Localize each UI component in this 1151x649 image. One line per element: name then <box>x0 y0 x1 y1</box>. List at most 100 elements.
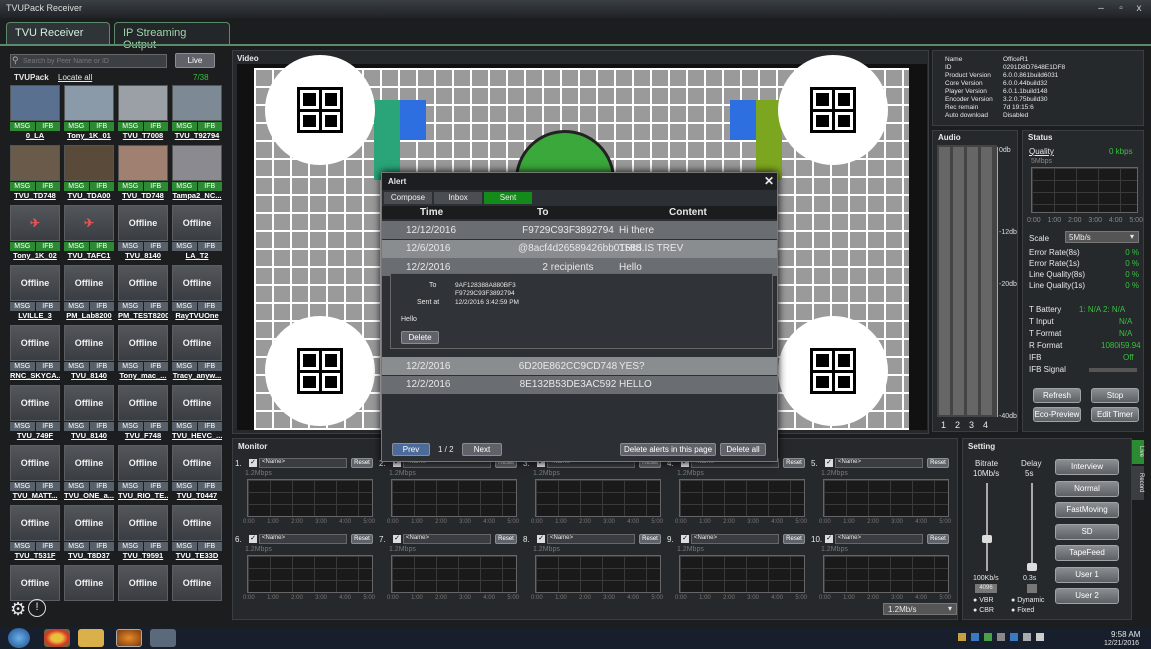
ifb-tag[interactable]: IFB <box>197 122 222 131</box>
device-tile[interactable]: Offline MSG IFB TVU_T9591 <box>118 505 168 560</box>
ifb-tag[interactable]: IFB <box>89 122 114 131</box>
tab-ip-streaming-output[interactable]: IP Streaming Output <box>114 22 230 51</box>
device-tile[interactable]: MSG IFB 0_LA <box>10 85 60 140</box>
prev-button[interactable]: Prev <box>392 443 430 456</box>
msg-tag[interactable]: MSG <box>10 242 35 251</box>
tab-sent[interactable]: Sent <box>484 192 532 204</box>
msg-tag[interactable]: MSG <box>64 422 89 431</box>
msg-tag[interactable]: MSG <box>64 542 89 551</box>
ifb-tag[interactable]: IFB <box>35 302 60 311</box>
msg-tag[interactable]: MSG <box>172 542 197 551</box>
preset-button[interactable]: Normal <box>1055 480 1119 497</box>
monitor-checkbox[interactable]: ✓ <box>249 535 257 543</box>
next-button[interactable]: Next <box>462 443 502 456</box>
minimize-button[interactable]: – <box>1093 3 1109 15</box>
device-tile[interactable]: Offline MSG IFB TVU_8140 <box>118 205 168 260</box>
device-tile[interactable]: Offline MSG IFB TVU_ONE_a... <box>64 445 114 500</box>
msg-tag[interactable]: MSG <box>118 122 143 131</box>
device-tile[interactable]: Offline <box>118 565 168 601</box>
monitor-reset-button[interactable]: Reset <box>783 458 805 468</box>
device-tile[interactable]: Offline <box>172 565 222 601</box>
vbr-radio[interactable]: ● VBR <box>973 597 994 604</box>
msg-tag[interactable]: MSG <box>64 302 89 311</box>
device-tile[interactable]: MSG IFB TVU_T7008 <box>118 85 168 140</box>
device-tile[interactable]: MSG IFB TVU_TD748 <box>118 145 168 200</box>
device-name[interactable]: TVU_TD748 <box>10 191 60 200</box>
alert-row[interactable]: 12/12/2016 F9729C93F3892794 Hi there <box>382 221 777 239</box>
fixed-radio[interactable]: ● Fixed <box>1011 607 1034 614</box>
device-name[interactable]: Tracy_anyw... <box>172 371 222 380</box>
edit-timer-button[interactable]: Edit Timer <box>1091 407 1139 422</box>
msg-tag[interactable]: MSG <box>64 362 89 371</box>
ifb-tag[interactable]: IFB <box>89 362 114 371</box>
preset-button[interactable]: SD <box>1055 523 1119 540</box>
monitor-checkbox[interactable]: ✓ <box>393 535 401 543</box>
device-tile[interactable]: Offline MSG IFB TVU_8140 <box>64 385 114 440</box>
device-name[interactable]: Tampa2_NC... <box>172 191 222 200</box>
device-name[interactable]: TVU_T531F <box>10 551 60 560</box>
monitor-checkbox[interactable]: ✓ <box>825 535 833 543</box>
msg-tag[interactable]: MSG <box>10 422 35 431</box>
ifb-tag[interactable]: IFB <box>89 542 114 551</box>
delay-box[interactable] <box>1027 584 1037 593</box>
device-name[interactable]: RNC_SKYCA... <box>10 371 60 380</box>
delete-all-button[interactable]: Delete all <box>720 443 766 456</box>
tab-tvu-receiver[interactable]: TVU Receiver <box>6 22 110 44</box>
monitor-name-field[interactable]: <Name> <box>547 534 635 544</box>
device-tile[interactable]: Offline MSG IFB TVU_T8D37 <box>64 505 114 560</box>
device-name[interactable]: TVU_8140 <box>64 371 114 380</box>
alert-row[interactable]: 12/6/2016 @8acf4d26589426bb0158d... THIS I… <box>382 239 777 258</box>
monitor-reset-button[interactable]: Reset <box>783 534 805 544</box>
msg-tag[interactable]: MSG <box>118 242 143 251</box>
ifb-tag[interactable]: IFB <box>197 182 222 191</box>
ifb-tag[interactable]: IFB <box>143 422 168 431</box>
ifb-tag[interactable]: IFB <box>89 182 114 191</box>
ifb-tag[interactable]: IFB <box>35 182 60 191</box>
monitor-name-field[interactable]: <Name> <box>835 534 923 544</box>
device-name[interactable]: TVU_RIO_TE... <box>118 491 168 500</box>
preset-button[interactable]: FastMoving <box>1055 502 1119 518</box>
device-tile[interactable]: Offline MSG IFB TVU_F748 <box>118 385 168 440</box>
live-side-tab[interactable]: Live <box>1132 440 1144 464</box>
device-tile[interactable]: MSG IFB TVU_T92794 <box>172 85 222 140</box>
ifb-tag[interactable]: IFB <box>35 482 60 491</box>
delay-slider-handle[interactable] <box>1027 563 1037 571</box>
ifb-tag[interactable]: IFB <box>143 122 168 131</box>
ifb-tag[interactable]: IFB <box>197 542 222 551</box>
ifb-tag[interactable]: IFB <box>197 422 222 431</box>
device-tile[interactable]: Offline <box>10 565 60 601</box>
msg-tag[interactable]: MSG <box>118 422 143 431</box>
device-tile[interactable]: MSG IFB Tony_1K_01 <box>64 85 114 140</box>
monitor-checkbox[interactable]: ✓ <box>825 459 833 467</box>
msg-tag[interactable]: MSG <box>118 302 143 311</box>
device-name[interactable]: TVU_TDA00 <box>64 191 114 200</box>
alert-row[interactable]: 12/2/2016 6D20E862CC9CD748 YES? <box>382 357 777 375</box>
monitor-reset-button[interactable]: Reset <box>639 534 661 544</box>
msg-tag[interactable]: MSG <box>118 542 143 551</box>
device-tile[interactable]: Offline <box>64 565 114 601</box>
monitor-reset-button[interactable]: Reset <box>927 534 949 544</box>
delete-button[interactable]: Delete <box>401 331 439 344</box>
device-tile[interactable]: Offline MSG IFB Tony_mac_... <box>118 325 168 380</box>
device-name[interactable]: TVU_ONE_a... <box>64 491 114 500</box>
device-name[interactable]: TVU_TD748 <box>118 191 168 200</box>
device-name[interactable]: RayTVUOne <box>172 311 222 320</box>
msg-tag[interactable]: MSG <box>64 242 89 251</box>
ifb-tag[interactable]: IFB <box>89 422 114 431</box>
device-tile[interactable]: Offline MSG IFB TVU_T0447 <box>172 445 222 500</box>
close-button[interactable]: x <box>1131 3 1147 15</box>
ifb-tag[interactable]: IFB <box>89 482 114 491</box>
device-tile[interactable]: MSG IFB Tampa2_NC... <box>172 145 222 200</box>
msg-tag[interactable]: MSG <box>10 122 35 131</box>
device-name[interactable]: TVU_TAFC1 <box>64 251 114 260</box>
tvu-icon[interactable] <box>116 629 142 647</box>
device-name[interactable]: LA_T2 <box>172 251 222 260</box>
device-tile[interactable]: Offline MSG IFB TVU_RIO_TE... <box>118 445 168 500</box>
bitrate-box[interactable]: 4096 <box>975 584 997 593</box>
msg-tag[interactable]: MSG <box>64 122 89 131</box>
alert-row[interactable]: 12/2/2016 8E132B53DE3AC592 HELLO <box>382 375 777 394</box>
device-name[interactable]: TVU_TE33D <box>172 551 222 560</box>
explorer-icon[interactable] <box>78 629 104 647</box>
ifb-tag[interactable]: IFB <box>35 122 60 131</box>
monitor-reset-button[interactable]: Reset <box>495 534 517 544</box>
